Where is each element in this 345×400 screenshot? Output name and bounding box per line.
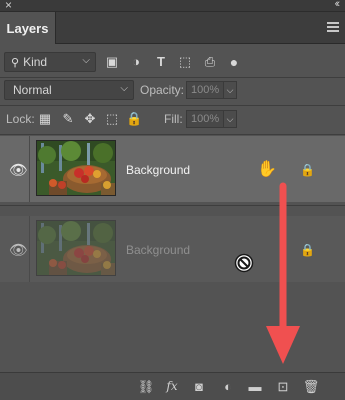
lock-label: Lock: xyxy=(6,112,35,126)
layers-bottom-toolbar: ⛓ fx ◙ ◐ ▬ ⊡ 🗑 xyxy=(0,372,345,400)
add-mask-icon[interactable]: ◙ xyxy=(190,379,208,394)
divider xyxy=(29,136,30,202)
smart-object-filter-icon[interactable]: ⎙ xyxy=(202,54,218,70)
blend-mode-value: Normal xyxy=(13,83,52,97)
opacity-label: Opacity: xyxy=(140,83,185,97)
type-filter-icon[interactable]: T xyxy=(153,54,169,69)
layer-lock-icon[interactable]: 🔒 xyxy=(300,163,315,177)
lock-pixels-icon[interactable]: ✎ xyxy=(60,111,76,127)
layer-name[interactable]: Background xyxy=(126,163,190,177)
tab-layers[interactable]: Layers xyxy=(0,12,56,44)
blend-mode-select[interactable]: Normal ⌵ xyxy=(4,80,134,100)
filter-kind-select[interactable]: ⚲ Kind ⌵ xyxy=(4,52,96,72)
eye-icon: 👁 xyxy=(9,242,29,259)
adjustment-filter-icon[interactable]: ◑ xyxy=(128,54,144,69)
hamburger-icon[interactable] xyxy=(327,22,339,32)
adjustment-layer-icon[interactable]: ◐ xyxy=(219,379,237,394)
fx-icon[interactable]: fx xyxy=(163,379,181,393)
fill-dropdown-icon[interactable]: ⌵ xyxy=(223,110,237,128)
fill-label: Fill: xyxy=(164,112,183,126)
lock-artboard-icon[interactable]: ⬚ xyxy=(104,111,120,127)
filter-kind-value: Kind xyxy=(23,55,48,69)
divider xyxy=(0,105,345,106)
lock-transparency-icon[interactable]: ▦ xyxy=(37,111,53,127)
trash-icon[interactable]: 🗑 xyxy=(302,379,320,395)
layer-row-drag-preview: 👁 Background 🔒 xyxy=(0,216,345,282)
chevron-down-icon: ⌵ xyxy=(82,55,90,66)
collapse-panel-icon[interactable]: ‹‹ xyxy=(335,0,341,10)
pixel-filter-icon[interactable]: ▣ xyxy=(104,54,120,70)
grab-hand-cursor-icon: ✋ xyxy=(257,161,277,178)
lock-row: Lock: ▦ ✎ ✥ ⬚ 🔒 Fill: 100% ⌵ xyxy=(0,107,345,133)
layer-row[interactable]: 👁 Background ✋ 🔒 xyxy=(0,136,345,202)
lock-position-icon[interactable]: ✥ xyxy=(82,111,98,127)
close-panel-icon[interactable]: × xyxy=(5,0,12,12)
divider xyxy=(0,134,345,135)
panel-tab-row: Layers xyxy=(0,12,345,44)
opacity-dropdown-icon[interactable]: ⌵ xyxy=(223,81,237,99)
filter-toggle-icon[interactable]: ● xyxy=(226,54,242,70)
lock-all-icon[interactable]: 🔒 xyxy=(126,111,142,127)
filter-row: ⚲ Kind ⌵ ▣ ◑ T ⬚ ⎙ ● xyxy=(0,48,345,76)
blend-row: Normal ⌵ Opacity: 100% ⌵ xyxy=(0,78,345,104)
chevron-down-icon: ⌵ xyxy=(120,83,128,94)
eye-icon[interactable]: 👁 xyxy=(9,161,28,179)
divider xyxy=(0,205,345,206)
layer-thumbnail xyxy=(36,140,116,196)
layer-name: Background xyxy=(126,243,191,257)
new-layer-icon[interactable]: ⊡ xyxy=(274,379,292,395)
panel-top-bar: × ‹‹ xyxy=(0,0,345,12)
group-folder-icon[interactable]: ▬ xyxy=(246,379,264,394)
divider xyxy=(29,216,30,282)
shape-filter-icon[interactable]: ⬚ xyxy=(177,54,193,70)
layer-lock-icon: 🔒 xyxy=(300,243,315,257)
search-icon: ⚲ xyxy=(11,56,20,69)
layer-thumbnail xyxy=(36,220,116,276)
not-allowed-cursor-icon xyxy=(234,253,254,273)
link-layers-icon[interactable]: ⛓ xyxy=(137,379,155,395)
